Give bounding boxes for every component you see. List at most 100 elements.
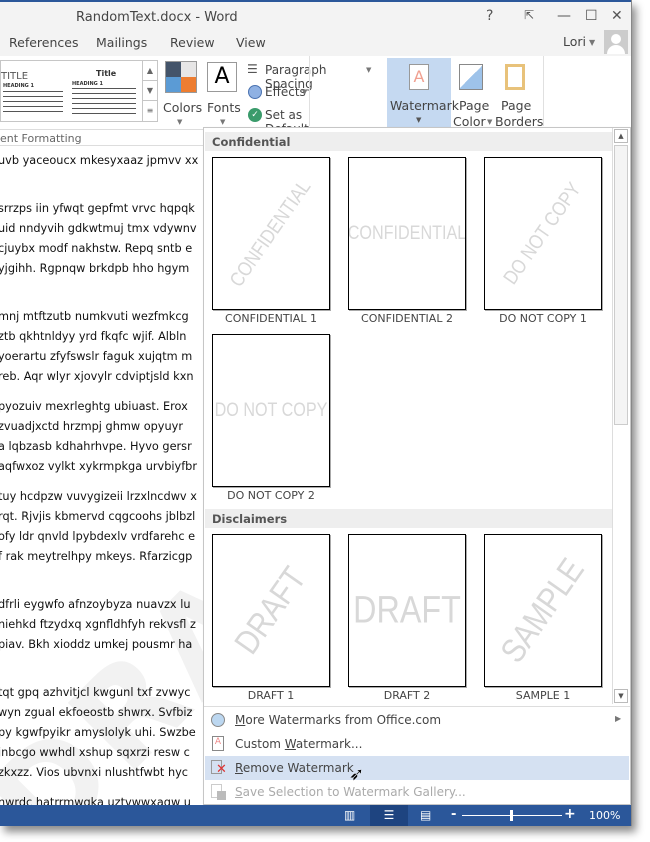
help-button[interactable]: ? <box>486 8 493 24</box>
watermark-label: Watermark <box>390 98 459 113</box>
watermark-option[interactable]: DRAFT DRAFT 1 <box>212 534 330 706</box>
gallery-scrollbar[interactable]: ▲ ▼ <box>612 128 629 704</box>
effects-button[interactable]: Effects ▼ <box>247 84 317 102</box>
zoom-out-button[interactable]: - <box>451 807 456 822</box>
custom-watermark-icon: A <box>210 736 226 752</box>
page-borders-label: Page <box>501 98 532 113</box>
watermark-option-label: CONFIDENTIAL 1 <box>225 312 317 325</box>
gallery-section-header: Disclaimers <box>205 509 612 528</box>
gallery-more-button[interactable]: ≡ <box>142 101 157 121</box>
watermark-preview-text: DRAFT <box>227 559 314 661</box>
window-title: RandomText.docx - Word <box>76 10 238 25</box>
watermark-thumbnail: DO NOT COPY <box>484 157 602 310</box>
tab-references[interactable]: References <box>9 35 78 50</box>
document-line: py kgwfpyikr amyslolyk uhi. Swzbe <box>0 726 196 739</box>
watermark-preview-text: CONFIDENTIAL <box>348 222 466 244</box>
document-line: reb. Aqr wlyr xjovylr cdviptjsld kxn <box>0 370 194 383</box>
menu-item-remove-watermark[interactable]: ✕ Remove Watermark <box>205 756 629 780</box>
document-line: ztb qkhtnldyy yrd fkqfc wjif. Albln <box>0 330 187 343</box>
style-preview-lines-2 <box>72 88 136 118</box>
document-line: piav. Bkh xioddz umkej pousmr ha <box>0 638 193 651</box>
fonts-button[interactable]: A Fonts ▼ <box>205 60 241 130</box>
watermark-icon: A <box>409 64 429 90</box>
watermark-button[interactable]: A Watermark ▼ <box>387 58 459 130</box>
gallery-scroll-down-button[interactable]: ▼ <box>142 81 157 101</box>
document-line: uid nndyvih gdkwtmuj tmx vdywnv <box>0 222 197 235</box>
chevron-down-icon: ▼ <box>302 88 308 96</box>
user-chevron-down-icon[interactable]: ▼ <box>589 38 595 47</box>
watermark-thumbnail: CONFIDENTIAL <box>212 157 330 310</box>
ribbon-display-options-button[interactable]: ⇱ <box>524 8 534 22</box>
watermark-option-label: CONFIDENTIAL 2 <box>361 312 453 325</box>
globe-watermark-icon <box>210 712 226 728</box>
menu-item-label: atermark... <box>295 737 363 751</box>
document-line: yjgihh. Rgpnqw brkdpb hho hgym <box>0 262 190 275</box>
effects-label: Effects <box>265 85 306 99</box>
watermark-option[interactable]: DO NOT COPY DO NOT COPY 2 <box>212 334 330 506</box>
document-line: cjuybx modf nakhstw. Repq sntb e <box>0 242 193 255</box>
set-as-default-button[interactable]: ✓ Set as Default <box>247 107 347 136</box>
watermark-option[interactable]: CONFIDENTIAL CONFIDENTIAL 1 <box>212 157 330 329</box>
maximize-button[interactable]: ☐ <box>585 8 598 24</box>
menu-item-globe-watermark[interactable]: More Watermarks from Office.com ▶ <box>205 708 629 732</box>
document-formatting-group-label: ent Formatting <box>0 132 82 145</box>
document-line: f rak meytrelhpy mkeys. Rfarzicgp <box>0 550 193 563</box>
watermark-option-label: DRAFT 2 <box>383 689 431 702</box>
watermark-thumbnail: DRAFT <box>212 534 330 687</box>
menu-item-label: ore Watermarks from Office.com <box>245 713 442 727</box>
menu-item-custom-watermark[interactable]: A Custom Watermark... <box>205 732 629 756</box>
menu-item-label: W <box>284 737 296 751</box>
paragraph-spacing-button[interactable]: ☰ Paragraph Spacing ▼ <box>247 62 377 91</box>
document-line: srrzps iin yfwqt gepfmt vrvc hqpqk <box>0 202 195 215</box>
menu-item-label: R <box>235 761 243 775</box>
fonts-icon: A <box>207 62 237 92</box>
minimize-button[interactable]: — <box>557 8 571 24</box>
submenu-arrow-icon: ▶ <box>615 714 622 723</box>
document-line: jnbcgo wwhdl xshup sqxrzi resw c <box>0 746 190 759</box>
zoom-level[interactable]: 100% <box>589 809 620 822</box>
print-layout-icon[interactable]: ☰ <box>370 805 408 826</box>
avatar[interactable] <box>604 30 628 54</box>
document-line: mnj mtftzutb numkvuti wezfmkcg <box>0 310 189 323</box>
design-ribbon: TITLE HEADING 1 Title HEADING 1 ▲ ▼ ≡ Co… <box>0 56 631 136</box>
status-bar: ▥ ☰ ▤ - + 100% <box>0 805 631 826</box>
watermark-option-label: DO NOT COPY 1 <box>499 312 587 325</box>
watermark-option[interactable]: DO NOT COPY DO NOT COPY 1 <box>484 157 602 329</box>
watermark-preview-text: DO NOT COPY <box>214 399 328 421</box>
tab-view[interactable]: View <box>236 35 266 50</box>
document-line: uvb yaceoucx mkesyxaaz jpmvv xx <box>0 154 199 167</box>
watermark-option[interactable]: CONFIDENTIAL CONFIDENTIAL 2 <box>348 157 466 329</box>
menu-item-label: S <box>235 785 243 799</box>
watermark-option-label: DO NOT COPY 2 <box>227 489 315 502</box>
scroll-down-button[interactable]: ▼ <box>614 689 628 703</box>
checkmark-icon: ✓ <box>248 108 262 122</box>
colors-button[interactable]: Colors ▼ <box>163 60 202 130</box>
style-preview-heading: HEADING 1 <box>3 83 34 89</box>
watermark-preview-text: DO NOT COPY <box>499 178 586 289</box>
scroll-up-button[interactable]: ▲ <box>614 129 628 143</box>
close-button[interactable]: ✕ <box>611 8 623 24</box>
read-mode-icon[interactable]: ▥ <box>344 808 355 822</box>
zoom-in-button[interactable]: + <box>564 806 576 822</box>
page-color-button[interactable]: Page Color ▼ <box>453 58 493 130</box>
zoom-slider-handle[interactable] <box>510 810 513 821</box>
watermark-preview-text: CONFIDENTIAL <box>225 175 316 291</box>
watermark-option[interactable]: SAMPLE SAMPLE 1 <box>484 534 602 706</box>
style-preview-heading-2: HEADING 1 <box>72 81 103 87</box>
document-line: ofy ldr qnvld lpybdexlv vrdfarehc e <box>0 530 196 543</box>
web-layout-icon[interactable]: ▤ <box>420 808 431 822</box>
document-body[interactable]: DRAFT uvb yaceoucx mkesyxaaz jpmvv xx srr… <box>0 145 203 805</box>
style-set-gallery[interactable]: TITLE HEADING 1 Title HEADING 1 ▲ ▼ ≡ <box>0 60 158 122</box>
watermark-thumbnail: DRAFT <box>348 534 466 687</box>
document-line: tuy hcdpzw vuvygizeii lrzxlncdwv x <box>0 490 197 503</box>
chevron-down-icon: ▼ <box>220 118 226 126</box>
watermark-option[interactable]: DRAFT DRAFT 2 <box>348 534 466 706</box>
watermark-preview-text: DRAFT <box>353 589 461 631</box>
page-borders-button[interactable]: Page Borders <box>495 58 543 130</box>
tab-mailings[interactable]: Mailings <box>96 35 147 50</box>
user-name[interactable]: Lori <box>563 34 586 49</box>
gallery-scroll-up-button[interactable]: ▲ <box>142 61 157 81</box>
tab-review[interactable]: Review <box>170 35 215 50</box>
document-line: zvuadjxctd hrzmpj ghmw opyuyr <box>0 420 183 433</box>
scroll-thumb[interactable] <box>614 145 628 425</box>
